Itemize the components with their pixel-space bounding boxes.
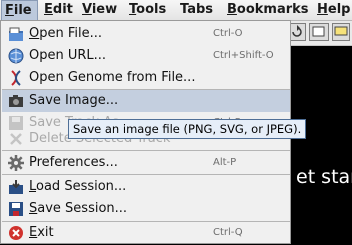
menu-tabs[interactable]: Tabs bbox=[180, 0, 213, 20]
open-file-icon bbox=[9, 27, 23, 41]
delete-icon bbox=[10, 133, 22, 145]
menu-edit[interactable]: Edit bbox=[44, 0, 73, 20]
globe-icon bbox=[8, 48, 24, 64]
refresh-icon bbox=[292, 25, 302, 37]
save-session-item[interactable]: Save Session... bbox=[2, 198, 290, 220]
gear-icon bbox=[8, 155, 24, 171]
menubar: File Edit View Tools Tabs Bookmarks Help bbox=[0, 0, 352, 21]
exit-icon bbox=[9, 226, 23, 240]
speech-icon bbox=[334, 26, 348, 36]
load-session-item[interactable]: Load Session... bbox=[2, 176, 290, 198]
menu-help[interactable]: Help bbox=[317, 0, 350, 20]
open-file-item[interactable]: Open File... Ctrl-O bbox=[2, 23, 290, 45]
window-icon bbox=[312, 26, 325, 37]
save-image-item[interactable]: Save Image... bbox=[2, 90, 290, 112]
open-url-item[interactable]: Open URL... Ctrl+Shift-O bbox=[2, 45, 290, 67]
open-genome-item[interactable]: Open Genome from File... bbox=[2, 67, 290, 89]
save-image-tooltip: Save an image file (PNG, SVG, or JPEG). bbox=[68, 119, 307, 139]
camera-icon bbox=[9, 95, 23, 107]
load-session-icon bbox=[9, 180, 23, 194]
menu-bookmarks[interactable]: Bookmarks bbox=[227, 0, 309, 20]
menu-separator bbox=[2, 150, 290, 151]
resize-button[interactable] bbox=[309, 23, 329, 41]
exit-item[interactable]: Exit Ctrl-Q bbox=[2, 222, 290, 244]
background-content-text: et star bbox=[296, 166, 352, 188]
menu-file[interactable]: File bbox=[1, 0, 38, 21]
dna-icon bbox=[11, 70, 21, 86]
menu-view[interactable]: View bbox=[82, 0, 117, 20]
tooltip-button[interactable] bbox=[332, 23, 350, 41]
save-session-icon bbox=[9, 202, 23, 216]
menu-tools[interactable]: Tools bbox=[129, 0, 166, 20]
preferences-item[interactable]: Preferences... Alt-P bbox=[2, 152, 290, 174]
menu-separator bbox=[2, 174, 290, 175]
